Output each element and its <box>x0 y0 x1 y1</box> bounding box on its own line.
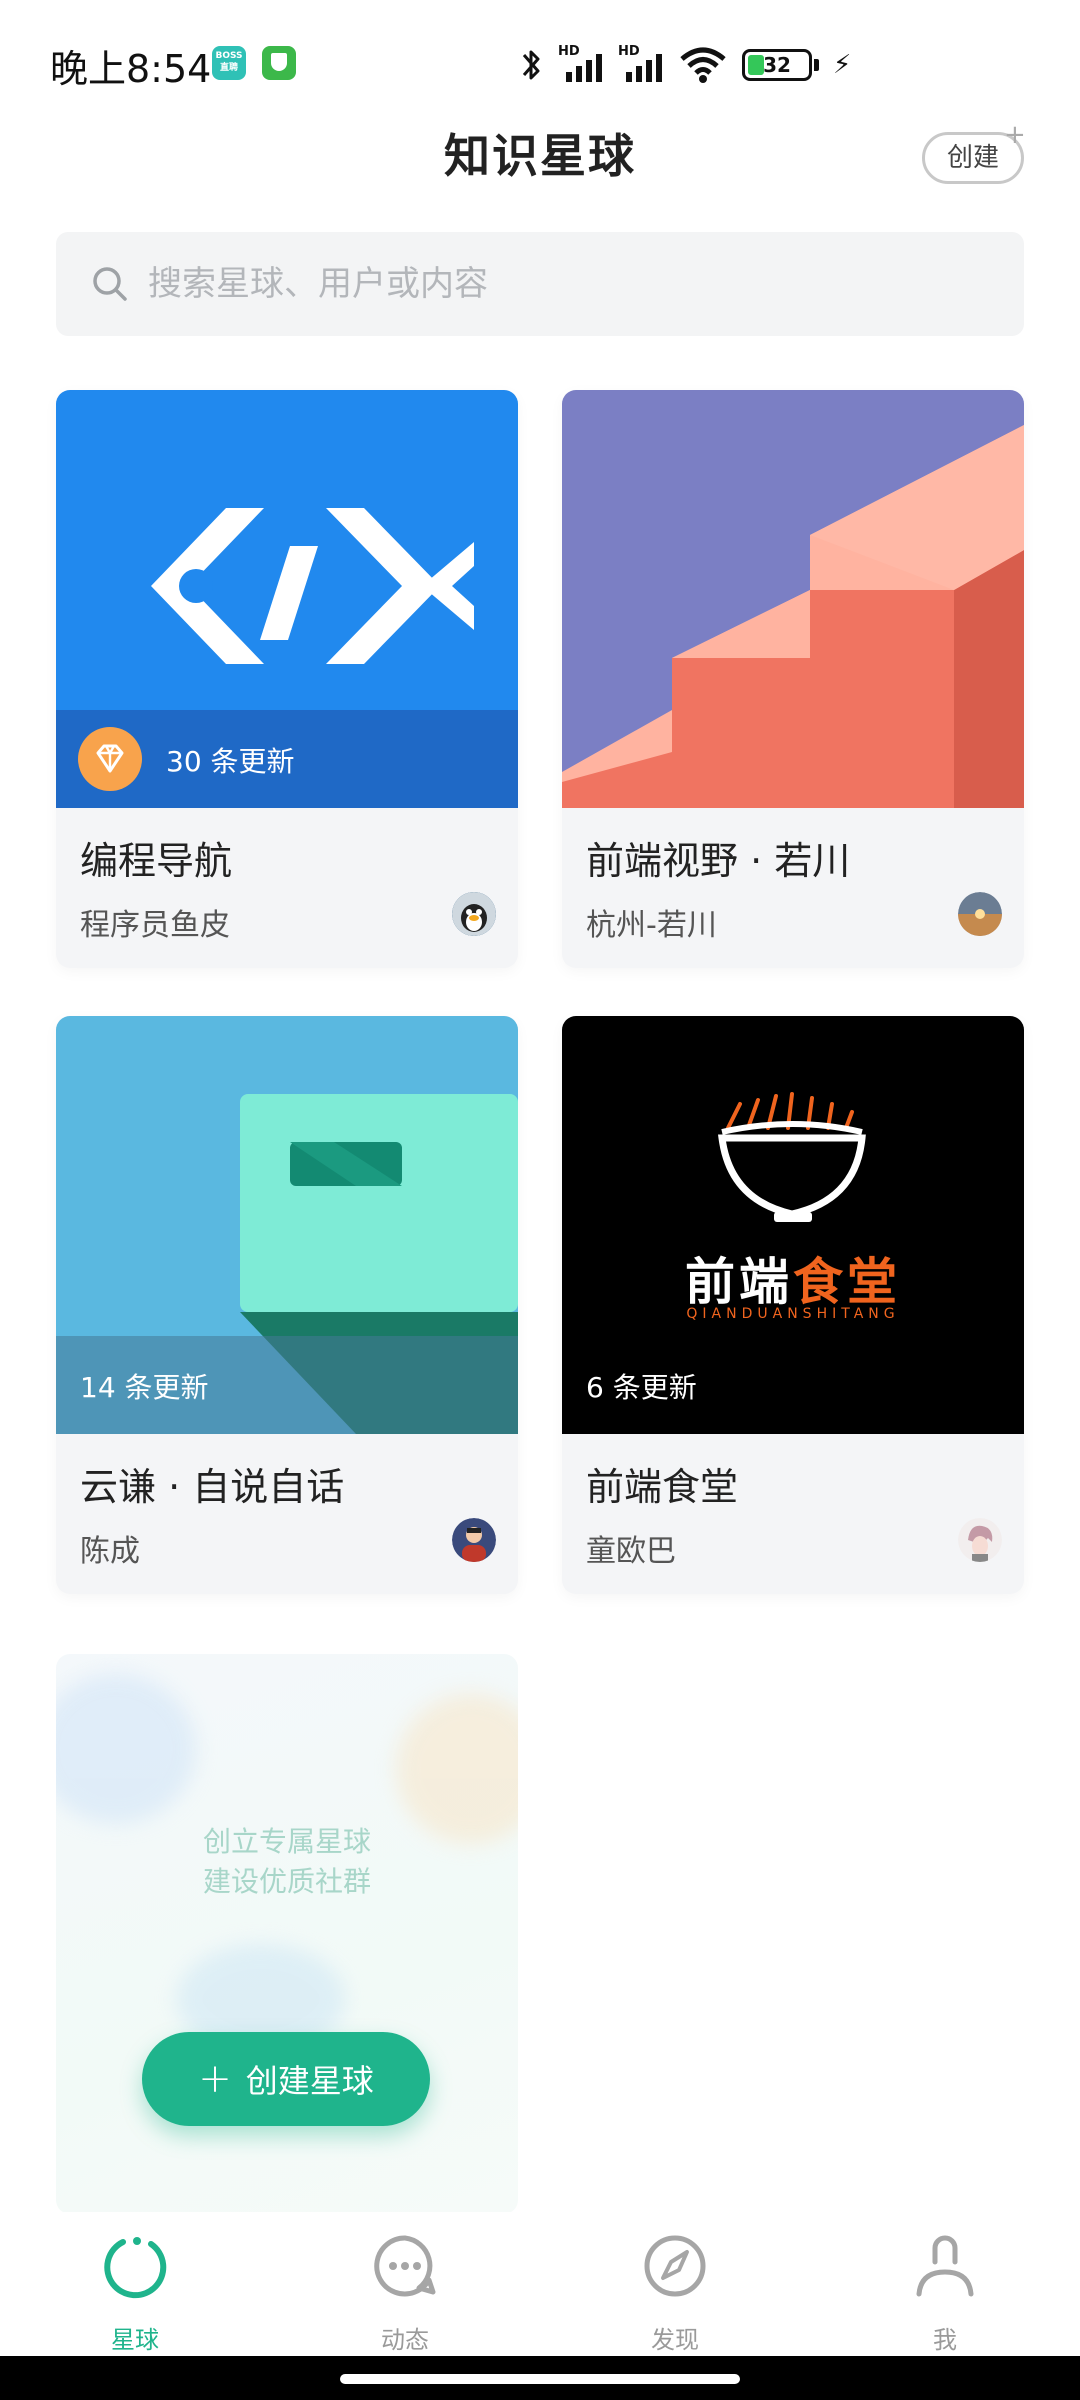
create-tagline-1: 创立专属星球 <box>202 1825 371 1858</box>
charging-icon: ⚡ <box>833 50 852 80</box>
planet-card-yunqian[interactable]: 14 条更新 云谦 · 自说自话 陈成 <box>56 1016 518 1594</box>
avatar <box>452 1518 496 1562</box>
update-count: 6 条更新 <box>586 1371 697 1404</box>
planet-name: 编程导航 <box>80 839 233 883</box>
planet-card-qianduan-shitang[interactable]: 前端食堂 QIANDUANSHITANG 6 条更新 前端食堂 童欧巴 <box>562 1016 1024 1594</box>
planet-name: 前端视野 · 若川 <box>586 839 851 883</box>
logo-text: 前端食堂 <box>562 1242 1024 1314</box>
planet-name: 云谦 · 自说自话 <box>80 1465 345 1509</box>
diamond-icon <box>78 727 142 791</box>
update-bar: 30 条更新 <box>56 710 518 808</box>
create-planet-label: 创建星球 <box>245 2062 374 2100</box>
create-tagline-2: 建设优质社群 <box>202 1865 371 1898</box>
stairs-illustration <box>562 425 1024 808</box>
status-time: 晚上8:54 <box>50 47 212 91</box>
chat-bubble-icon <box>374 2235 436 2297</box>
update-count: 14 条更新 <box>80 1371 209 1404</box>
wifi-icon <box>680 47 726 83</box>
create-planet-card: 创立专属星球 建设优质社群 + 创建星球 <box>56 1654 518 2214</box>
update-bar: 6 条更新 <box>562 1336 1024 1434</box>
planet-owner: 陈成 <box>80 1534 140 1569</box>
bottom-nav: 星球 动态 发现 我 <box>0 2212 1080 2354</box>
plus-icon: + <box>198 2056 232 2102</box>
shield-app-icon <box>262 46 296 80</box>
avatar <box>452 892 496 936</box>
bluetooth-icon <box>522 50 540 80</box>
person-icon <box>916 2235 974 2297</box>
update-bar: 14 条更新 <box>56 1336 518 1434</box>
boss-app-icon: BOSS 直聘 <box>212 46 246 80</box>
create-planet-button[interactable]: + 创建星球 <box>142 2032 430 2126</box>
home-indicator[interactable] <box>340 2374 740 2384</box>
page-title: 知识星球 <box>444 129 636 183</box>
tab-label: 我 <box>933 2326 957 2354</box>
tab-me[interactable]: 我 <box>810 2212 1080 2354</box>
tab-label: 发现 <box>651 2326 699 2354</box>
avatar <box>958 892 1002 936</box>
tab-discover[interactable]: 发现 <box>540 2212 810 2354</box>
battery-cap <box>814 59 819 71</box>
planet-cover: 前端食堂 QIANDUANSHITANG 6 条更新 <box>562 1016 1024 1434</box>
cell-signal-icon-1: HD <box>558 44 604 82</box>
planet-icon <box>104 2237 167 2299</box>
planet-cover <box>562 390 1024 808</box>
planet-cover: 30 条更新 <box>56 390 518 808</box>
search-input[interactable] <box>148 232 988 336</box>
battery-level: 32 <box>763 53 791 77</box>
planet-owner: 童欧巴 <box>586 1534 676 1569</box>
search-icon <box>93 267 127 301</box>
compass-icon <box>644 2235 706 2297</box>
battery-icon: 32 <box>742 49 812 81</box>
cell-signal-icon-2: HD <box>618 44 664 82</box>
logo-text-orange: 食堂 <box>793 1253 901 1311</box>
planet-owner: 杭州-若川 <box>586 908 717 943</box>
planet-cover: 14 条更新 <box>56 1016 518 1434</box>
planet-name: 前端食堂 <box>586 1465 739 1509</box>
logo-subtitle: QIANDUANSHITANG <box>686 1306 900 1322</box>
create-plus-icon: + <box>1004 120 1026 150</box>
avatar <box>958 1518 1002 1562</box>
update-count: 30 条更新 <box>166 745 295 778</box>
status-bar: 晚上8:54 BOSS 直聘 HD HD 32 ⚡ <box>0 0 1080 130</box>
status-right-icons: HD HD 32 ⚡ <box>520 40 851 90</box>
decor-blob <box>56 1674 196 1824</box>
planet-card-biancheng[interactable]: 30 条更新 编程导航 程序员鱼皮 <box>56 390 518 968</box>
tab-label: 星球 <box>111 2326 159 2354</box>
planet-card-qianduan-shiye[interactable]: 前端视野 · 若川 杭州-若川 <box>562 390 1024 968</box>
logo-text-white: 前端 <box>685 1253 793 1311</box>
tab-feed[interactable]: 动态 <box>270 2212 540 2354</box>
tab-planet[interactable]: 星球 <box>0 2212 270 2354</box>
search-bar[interactable] <box>56 232 1024 336</box>
planet-owner: 程序员鱼皮 <box>80 908 230 943</box>
tab-label: 动态 <box>381 2326 429 2354</box>
